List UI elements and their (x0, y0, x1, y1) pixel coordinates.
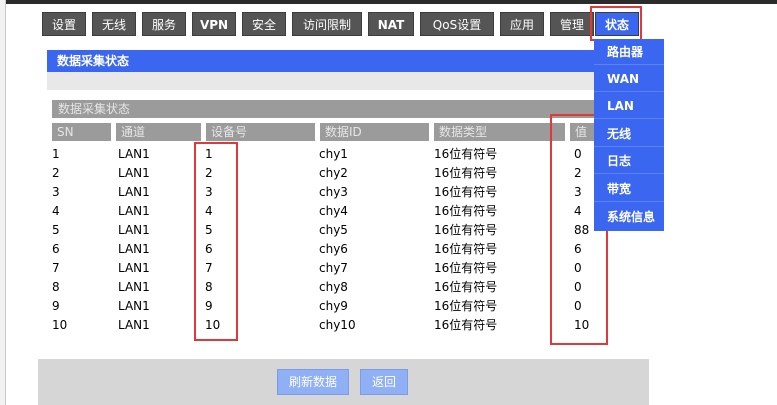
cell-sn: 4 (52, 204, 60, 218)
cell-value: 0 (574, 299, 582, 313)
cell-channel: LAN1 (118, 280, 150, 294)
device-column-highlight (194, 142, 238, 341)
column-header-device: 设备号 (206, 123, 316, 141)
tab-wireless[interactable]: 无线 (92, 12, 136, 36)
menu-item-lan[interactable]: LAN (594, 93, 664, 119)
column-header-value: 值 (570, 123, 594, 141)
status-dropdown-menu: 路由器 WAN LAN 无线 日志 带宽 系统信息 (594, 39, 664, 231)
cell-value: 0 (574, 147, 582, 161)
column-header-channel: 通道 (116, 123, 202, 141)
cell-data-id: chy6 (319, 242, 348, 256)
cell-data-type: 16位有符号 (434, 280, 498, 294)
cell-value: 6 (574, 242, 582, 256)
cell-data-type: 16位有符号 (434, 204, 498, 218)
cell-data-id: chy7 (319, 261, 348, 275)
cell-data-type: 16位有符号 (434, 299, 498, 313)
cell-channel: LAN1 (118, 185, 150, 199)
tab-status[interactable]: 状态 (595, 12, 639, 36)
cell-data-id: chy5 (319, 223, 348, 237)
refresh-data-button[interactable]: 刷新数据 (277, 369, 349, 395)
cell-data-type: 16位有符号 (434, 261, 498, 275)
tab-settings[interactable]: 设置 (42, 12, 86, 36)
cell-sn: 3 (52, 185, 60, 199)
tab-qos[interactable]: QoS设置 (420, 12, 494, 36)
tab-vpn[interactable]: VPN (192, 12, 236, 36)
page-title: 数据采集状态 (47, 50, 594, 72)
cell-value: 3 (574, 185, 582, 199)
cell-sn: 5 (52, 223, 60, 237)
cell-data-id: chy2 (319, 166, 348, 180)
cell-data-id: chy4 (319, 204, 348, 218)
cell-channel: LAN1 (118, 242, 150, 256)
cell-device: 10 (205, 318, 221, 332)
cell-channel: LAN1 (118, 223, 150, 237)
cell-value: 88 (574, 223, 590, 237)
column-header-sn: SN (52, 123, 112, 141)
cell-sn: 1 (52, 147, 60, 161)
cell-channel: LAN1 (118, 147, 150, 161)
menu-item-wireless[interactable]: 无线 (594, 121, 664, 147)
menu-item-system-info[interactable]: 系统信息 (594, 204, 664, 230)
cell-data-id: chy1 (319, 147, 348, 161)
cell-channel: LAN1 (118, 261, 150, 275)
menu-item-bandwidth[interactable]: 带宽 (594, 176, 664, 202)
cell-sn: 6 (52, 242, 60, 256)
table-caption: 数据采集状态 (52, 100, 594, 118)
menu-item-router[interactable]: 路由器 (594, 39, 664, 65)
cell-device: 8 (205, 280, 213, 294)
cell-value: 2 (574, 166, 582, 180)
cell-data-id: chy9 (319, 299, 348, 313)
cell-data-type: 16位有符号 (434, 185, 498, 199)
menu-item-wan[interactable]: WAN (594, 66, 664, 92)
window-top-strip (0, 0, 777, 4)
cell-device: 2 (205, 166, 213, 180)
cell-sn: 10 (52, 318, 68, 332)
tab-administration[interactable]: 管理 (550, 12, 594, 36)
left-edge (0, 0, 6, 405)
cell-device: 1 (205, 147, 213, 161)
cell-value: 4 (574, 204, 582, 218)
cell-sn: 8 (52, 280, 60, 294)
menu-item-log[interactable]: 日志 (594, 148, 664, 174)
tab-access-restrictions[interactable]: 访问限制 (292, 12, 362, 36)
cell-data-type: 16位有符号 (434, 318, 498, 332)
cell-sn: 7 (52, 261, 60, 275)
cell-device: 5 (205, 223, 213, 237)
cell-device: 6 (205, 242, 213, 256)
cell-data-id: chy8 (319, 280, 348, 294)
cell-channel: LAN1 (118, 318, 150, 332)
back-button[interactable]: 返回 (360, 369, 408, 395)
tab-applications[interactable]: 应用 (500, 12, 544, 36)
cell-device: 7 (205, 261, 213, 275)
cell-data-type: 16位有符号 (434, 223, 498, 237)
cell-channel: LAN1 (118, 166, 150, 180)
cell-value: 0 (574, 261, 582, 275)
column-header-data-type: 数据类型 (434, 123, 566, 141)
tab-services[interactable]: 服务 (142, 12, 186, 36)
cell-device: 3 (205, 185, 213, 199)
cell-data-type: 16位有符号 (434, 166, 498, 180)
cell-data-id: chy10 (319, 318, 356, 332)
cell-device: 9 (205, 299, 213, 313)
cell-sn: 9 (52, 299, 60, 313)
section-spacer (47, 72, 594, 90)
cell-data-type: 16位有符号 (434, 147, 498, 161)
cell-value: 10 (574, 318, 590, 332)
column-header-data-id: 数据ID (320, 123, 430, 141)
cell-sn: 2 (52, 166, 60, 180)
cell-data-id: chy3 (319, 185, 348, 199)
cell-channel: LAN1 (118, 299, 150, 313)
cell-device: 4 (205, 204, 213, 218)
tab-nat[interactable]: NAT (368, 12, 414, 36)
cell-channel: LAN1 (118, 204, 150, 218)
tab-security[interactable]: 安全 (242, 12, 286, 36)
cell-data-type: 16位有符号 (434, 242, 498, 256)
cell-value: 0 (574, 280, 582, 294)
